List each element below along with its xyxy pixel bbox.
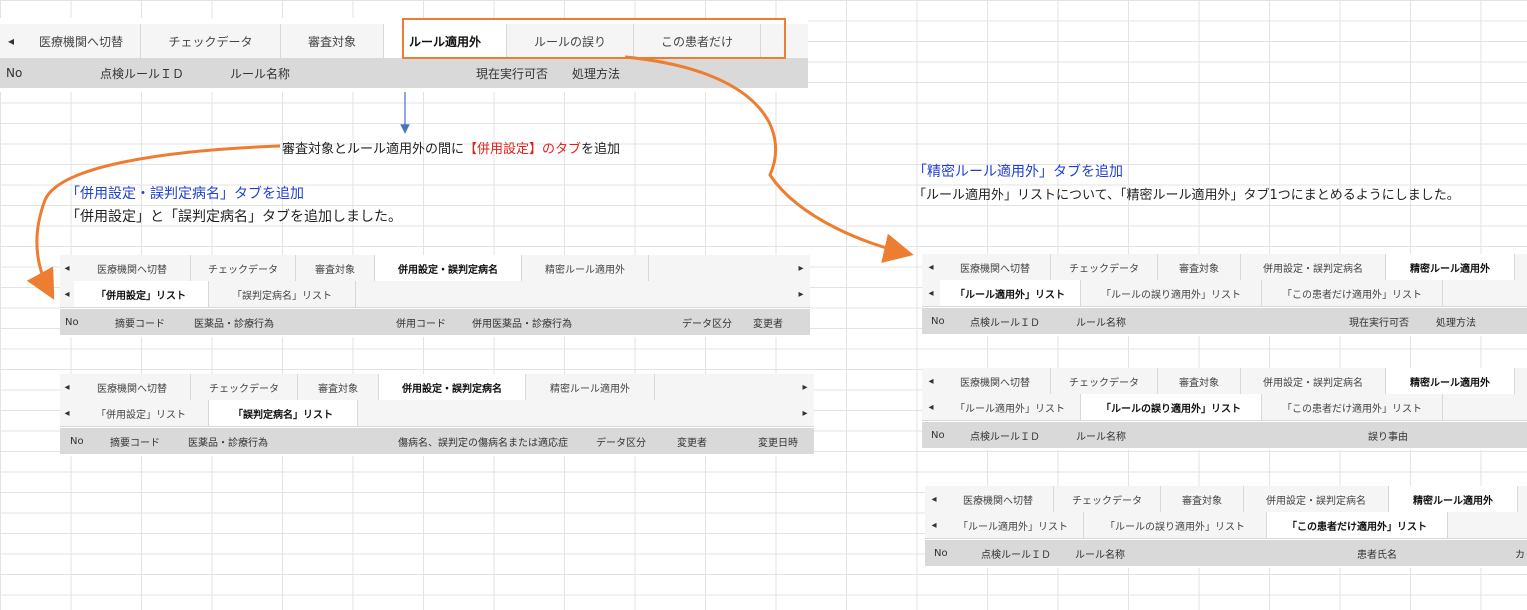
annotation-overlay: [26, 18, 914, 300]
curved-arrow-right: [624, 55, 914, 263]
highlight-box: [402, 18, 786, 59]
curved-arrow-left: [26, 144, 281, 300]
